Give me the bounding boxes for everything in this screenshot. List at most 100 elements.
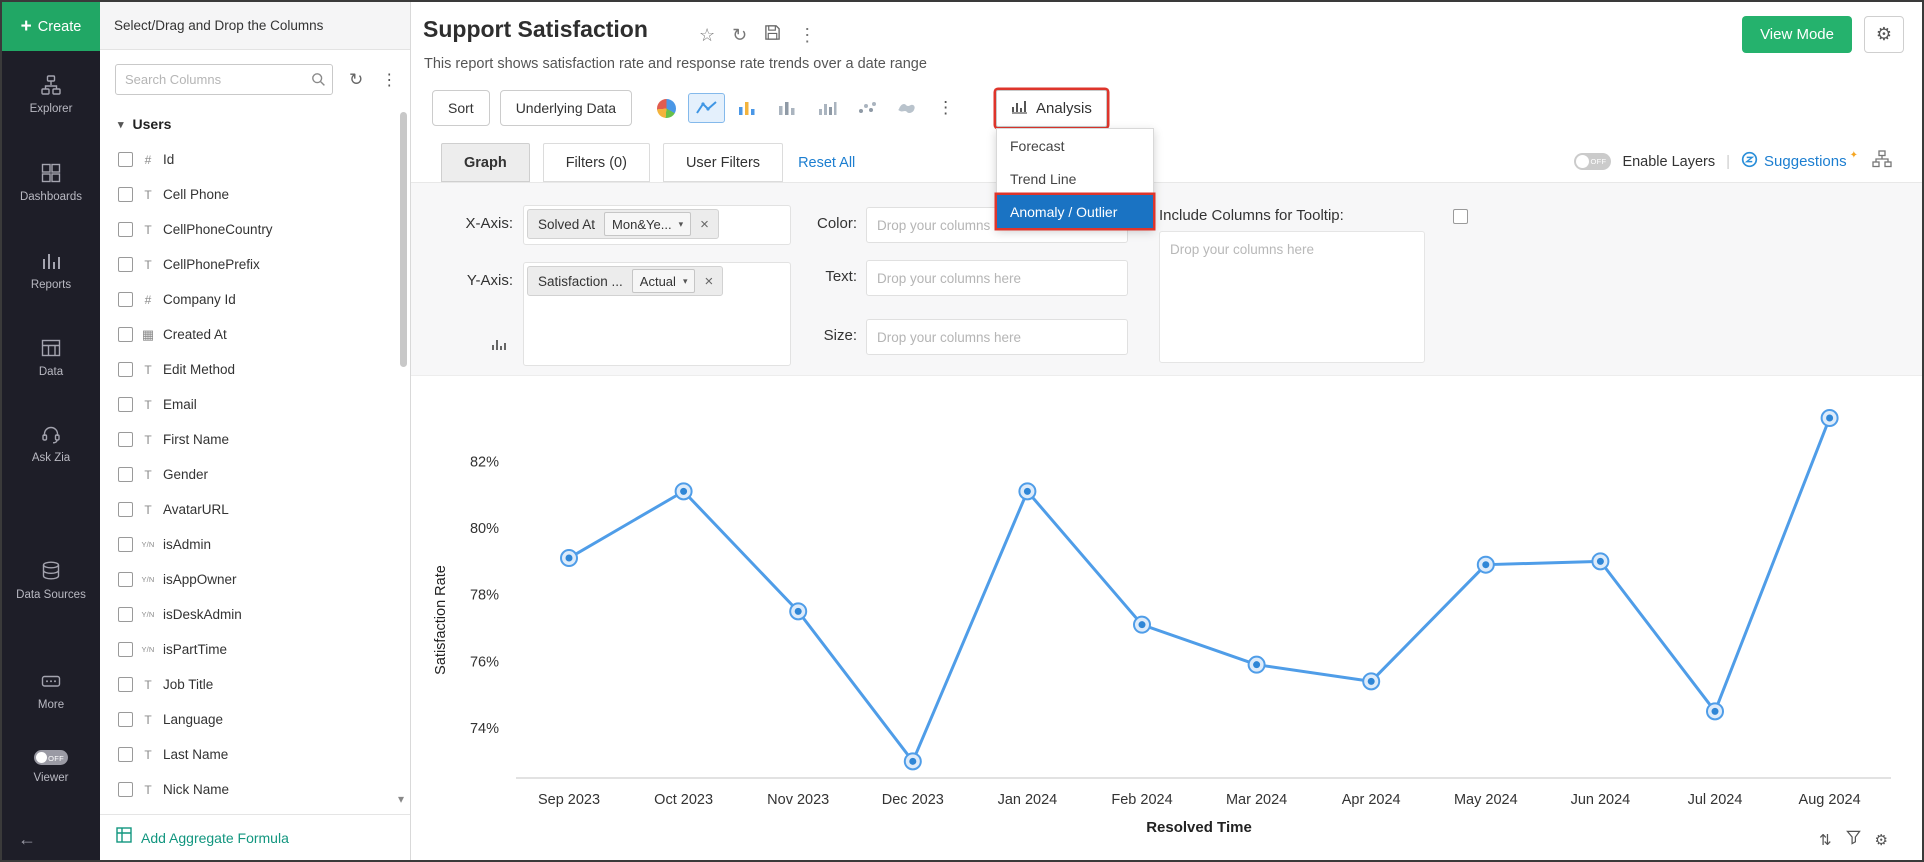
column-checkbox[interactable] [118, 187, 133, 202]
x-axis-granularity-select[interactable]: Mon&Ye... ▾ [604, 212, 691, 236]
column-item[interactable]: ▦Created At [100, 317, 398, 352]
refresh-report-icon[interactable]: ↻ [732, 25, 747, 46]
column-checkbox[interactable] [118, 292, 133, 307]
sidebar-item-data[interactable]: Data [2, 337, 100, 379]
save-icon[interactable] [764, 24, 781, 46]
sort-data-icon[interactable]: ⇅ [1819, 831, 1832, 849]
y-axis-dropzone[interactable]: Satisfaction ... Actual ▾ × [523, 262, 791, 366]
x-axis-chip[interactable]: Solved At Mon&Ye... ▾ × [527, 209, 719, 239]
column-item[interactable]: TNick Name [100, 772, 398, 807]
remove-y-axis-icon[interactable]: × [695, 273, 722, 290]
layout-hierarchy-icon[interactable] [1872, 150, 1892, 173]
column-checkbox[interactable] [118, 782, 133, 797]
x-axis-dropzone[interactable]: Solved At Mon&Ye... ▾ × [523, 205, 791, 245]
stacked-bar-chart-icon[interactable] [768, 93, 805, 123]
menu-item-anomaly-outlier[interactable]: Anomaly / Outlier [997, 195, 1153, 228]
sidebar-item-ask-zia[interactable]: Ask Zia [2, 423, 100, 465]
column-item[interactable]: TFirst Name [100, 422, 398, 457]
line-chart-icon[interactable] [688, 93, 725, 123]
sort-button[interactable]: Sort [432, 90, 490, 126]
menu-item-forecast[interactable]: Forecast [997, 129, 1153, 162]
columns-scrollbar[interactable] [400, 112, 407, 367]
size-dropzone[interactable] [866, 319, 1128, 355]
column-item[interactable]: TLanguage [100, 702, 398, 737]
sidebar-item-reports[interactable]: Reports [2, 250, 100, 292]
column-checkbox[interactable] [118, 327, 133, 342]
scroll-down-icon[interactable]: ▾ [398, 792, 404, 806]
map-chart-icon[interactable] [888, 93, 925, 123]
column-checkbox[interactable] [118, 642, 133, 657]
analysis-button[interactable]: Analysis [996, 90, 1107, 127]
column-checkbox[interactable] [118, 747, 133, 762]
table-group-users[interactable]: ▾ Users [118, 116, 171, 132]
text-dropzone[interactable] [866, 260, 1128, 296]
sidebar-item-explorer[interactable]: Explorer [2, 74, 100, 116]
column-checkbox[interactable] [118, 362, 133, 377]
column-checkbox[interactable] [118, 677, 133, 692]
column-checkbox[interactable] [118, 432, 133, 447]
column-item[interactable]: #Id [100, 142, 398, 177]
column-checkbox[interactable] [118, 257, 133, 272]
scatter-chart-icon[interactable] [848, 93, 885, 123]
axis-settings-icon[interactable] [491, 338, 509, 357]
viewer-toggle[interactable]: OFF [34, 750, 68, 765]
sidebar-item-viewer[interactable]: OFF Viewer [2, 750, 100, 785]
column-item[interactable]: Y/NisPartTime [100, 632, 398, 667]
menu-item-trend-line[interactable]: Trend Line [997, 162, 1153, 195]
column-item[interactable]: TJob Title [100, 667, 398, 702]
column-checkbox[interactable] [118, 712, 133, 727]
chart-settings-gear-icon[interactable]: ⚙ [1875, 831, 1888, 849]
tab-filters-0[interactable]: Filters (0) [543, 143, 650, 182]
sidebar-item-dashboards[interactable]: Dashboards [2, 162, 100, 204]
collapse-sidebar-icon[interactable]: ← [18, 829, 36, 850]
column-item[interactable]: TGender [100, 457, 398, 492]
add-aggregate-formula-link[interactable]: Add Aggregate Formula [141, 830, 289, 846]
column-checkbox[interactable] [118, 152, 133, 167]
view-mode-button[interactable]: View Mode [1742, 16, 1852, 53]
column-item[interactable]: TCellPhoneCountry [100, 212, 398, 247]
column-item[interactable]: Y/NisAppOwner [100, 562, 398, 597]
y-axis-aggregate-select[interactable]: Actual ▾ [632, 269, 696, 293]
column-item[interactable]: #Company Id [100, 282, 398, 317]
enable-layers-toggle[interactable]: OFF [1574, 153, 1611, 170]
bar-chart-icon[interactable] [728, 93, 765, 123]
tab-graph[interactable]: Graph [441, 143, 530, 182]
column-checkbox[interactable] [118, 537, 133, 552]
create-button[interactable]: + Create [2, 2, 100, 51]
pie-chart-icon[interactable] [648, 93, 685, 123]
column-item[interactable]: TAvatarURL [100, 492, 398, 527]
column-checkbox[interactable] [118, 467, 133, 482]
suggestions-button[interactable]: Suggestions ✦ [1741, 151, 1861, 173]
column-item[interactable]: TEmail [100, 387, 398, 422]
tooltip-checkbox[interactable] [1453, 209, 1468, 224]
remove-x-axis-icon[interactable]: × [691, 216, 718, 233]
settings-gear-icon[interactable]: ⚙ [1864, 16, 1904, 53]
columns-menu-icon[interactable]: ⋮ [381, 70, 397, 90]
grouped-bar-chart-icon[interactable] [808, 93, 845, 123]
underlying-data-button[interactable]: Underlying Data [500, 90, 632, 126]
app-window: + Create Explorer Dashboards Reports Data As… [0, 0, 1924, 862]
column-item[interactable]: TCellPhonePrefix [100, 247, 398, 282]
filter-icon[interactable] [1846, 830, 1861, 849]
refresh-columns-icon[interactable]: ↻ [349, 70, 363, 90]
column-item[interactable]: Y/NisAdmin [100, 527, 398, 562]
column-checkbox[interactable] [118, 572, 133, 587]
reset-all-link[interactable]: Reset All [798, 143, 855, 182]
column-checkbox[interactable] [118, 222, 133, 237]
column-item[interactable]: TCell Phone [100, 177, 398, 212]
column-item[interactable]: TEdit Method [100, 352, 398, 387]
report-menu-icon[interactable]: ⋮ [798, 25, 816, 46]
tooltip-dropzone[interactable]: Drop your columns here [1159, 231, 1425, 363]
column-checkbox[interactable] [118, 502, 133, 517]
y-axis-chip[interactable]: Satisfaction ... Actual ▾ × [527, 266, 723, 296]
search-input[interactable] [116, 65, 332, 94]
column-item[interactable]: Y/NisDeskAdmin [100, 597, 398, 632]
sidebar-item-more[interactable]: More [2, 670, 100, 712]
sidebar-item-data-sources[interactable]: Data Sources [2, 560, 100, 602]
more-chart-types-icon[interactable]: ⋮ [937, 98, 954, 118]
column-item[interactable]: TLast Name [100, 737, 398, 772]
column-checkbox[interactable] [118, 607, 133, 622]
tab-user-filters[interactable]: User Filters [663, 143, 783, 182]
favorite-star-icon[interactable]: ☆ [699, 25, 715, 46]
column-checkbox[interactable] [118, 397, 133, 412]
